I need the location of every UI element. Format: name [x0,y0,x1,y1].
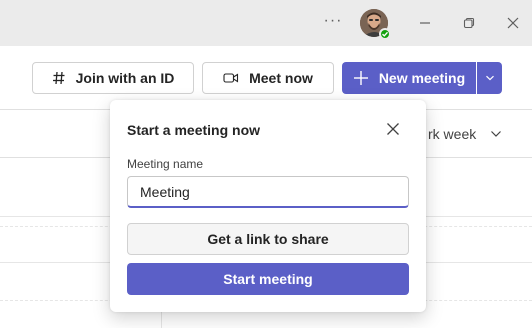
title-bar: ··· [0,0,532,46]
video-camera-icon [223,72,239,84]
meeting-name-input[interactable] [127,176,409,208]
minimize-icon [420,22,430,24]
start-meeting-label: Start meeting [223,271,313,287]
plus-icon [353,70,369,86]
hash-icon [52,71,66,85]
chevron-down-icon [490,130,502,138]
close-window-button[interactable] [500,6,526,40]
popup-title: Start a meeting now [127,122,261,138]
join-with-id-label: Join with an ID [75,70,175,86]
chevron-down-icon [485,75,494,81]
meet-now-label: Meet now [249,70,313,86]
close-icon [507,17,519,29]
new-meeting-dropdown-button[interactable] [477,62,502,94]
start-meeting-popup: Start a meeting now Meeting name Get a l… [110,100,426,312]
restore-icon [463,17,475,29]
get-link-label: Get a link to share [207,231,329,247]
meeting-name-label: Meeting name [127,157,204,171]
start-meeting-button[interactable]: Start meeting [127,263,409,295]
more-options-button[interactable]: ··· [318,4,348,38]
view-selector-label: rk week [428,126,477,142]
presence-available-icon [379,28,391,40]
minimize-button[interactable] [412,6,438,40]
join-with-id-button[interactable]: Join with an ID [32,62,194,94]
new-meeting-label: New meeting [378,70,466,86]
more-icon: ··· [323,12,343,29]
new-meeting-button[interactable]: New meeting [342,62,476,94]
profile-avatar-button[interactable] [360,9,391,40]
view-selector[interactable]: rk week [428,126,502,142]
close-icon [387,123,399,135]
meet-now-button[interactable]: Meet now [202,62,334,94]
popup-close-button[interactable] [384,120,402,138]
restore-button[interactable] [456,6,482,40]
get-link-button[interactable]: Get a link to share [127,223,409,255]
